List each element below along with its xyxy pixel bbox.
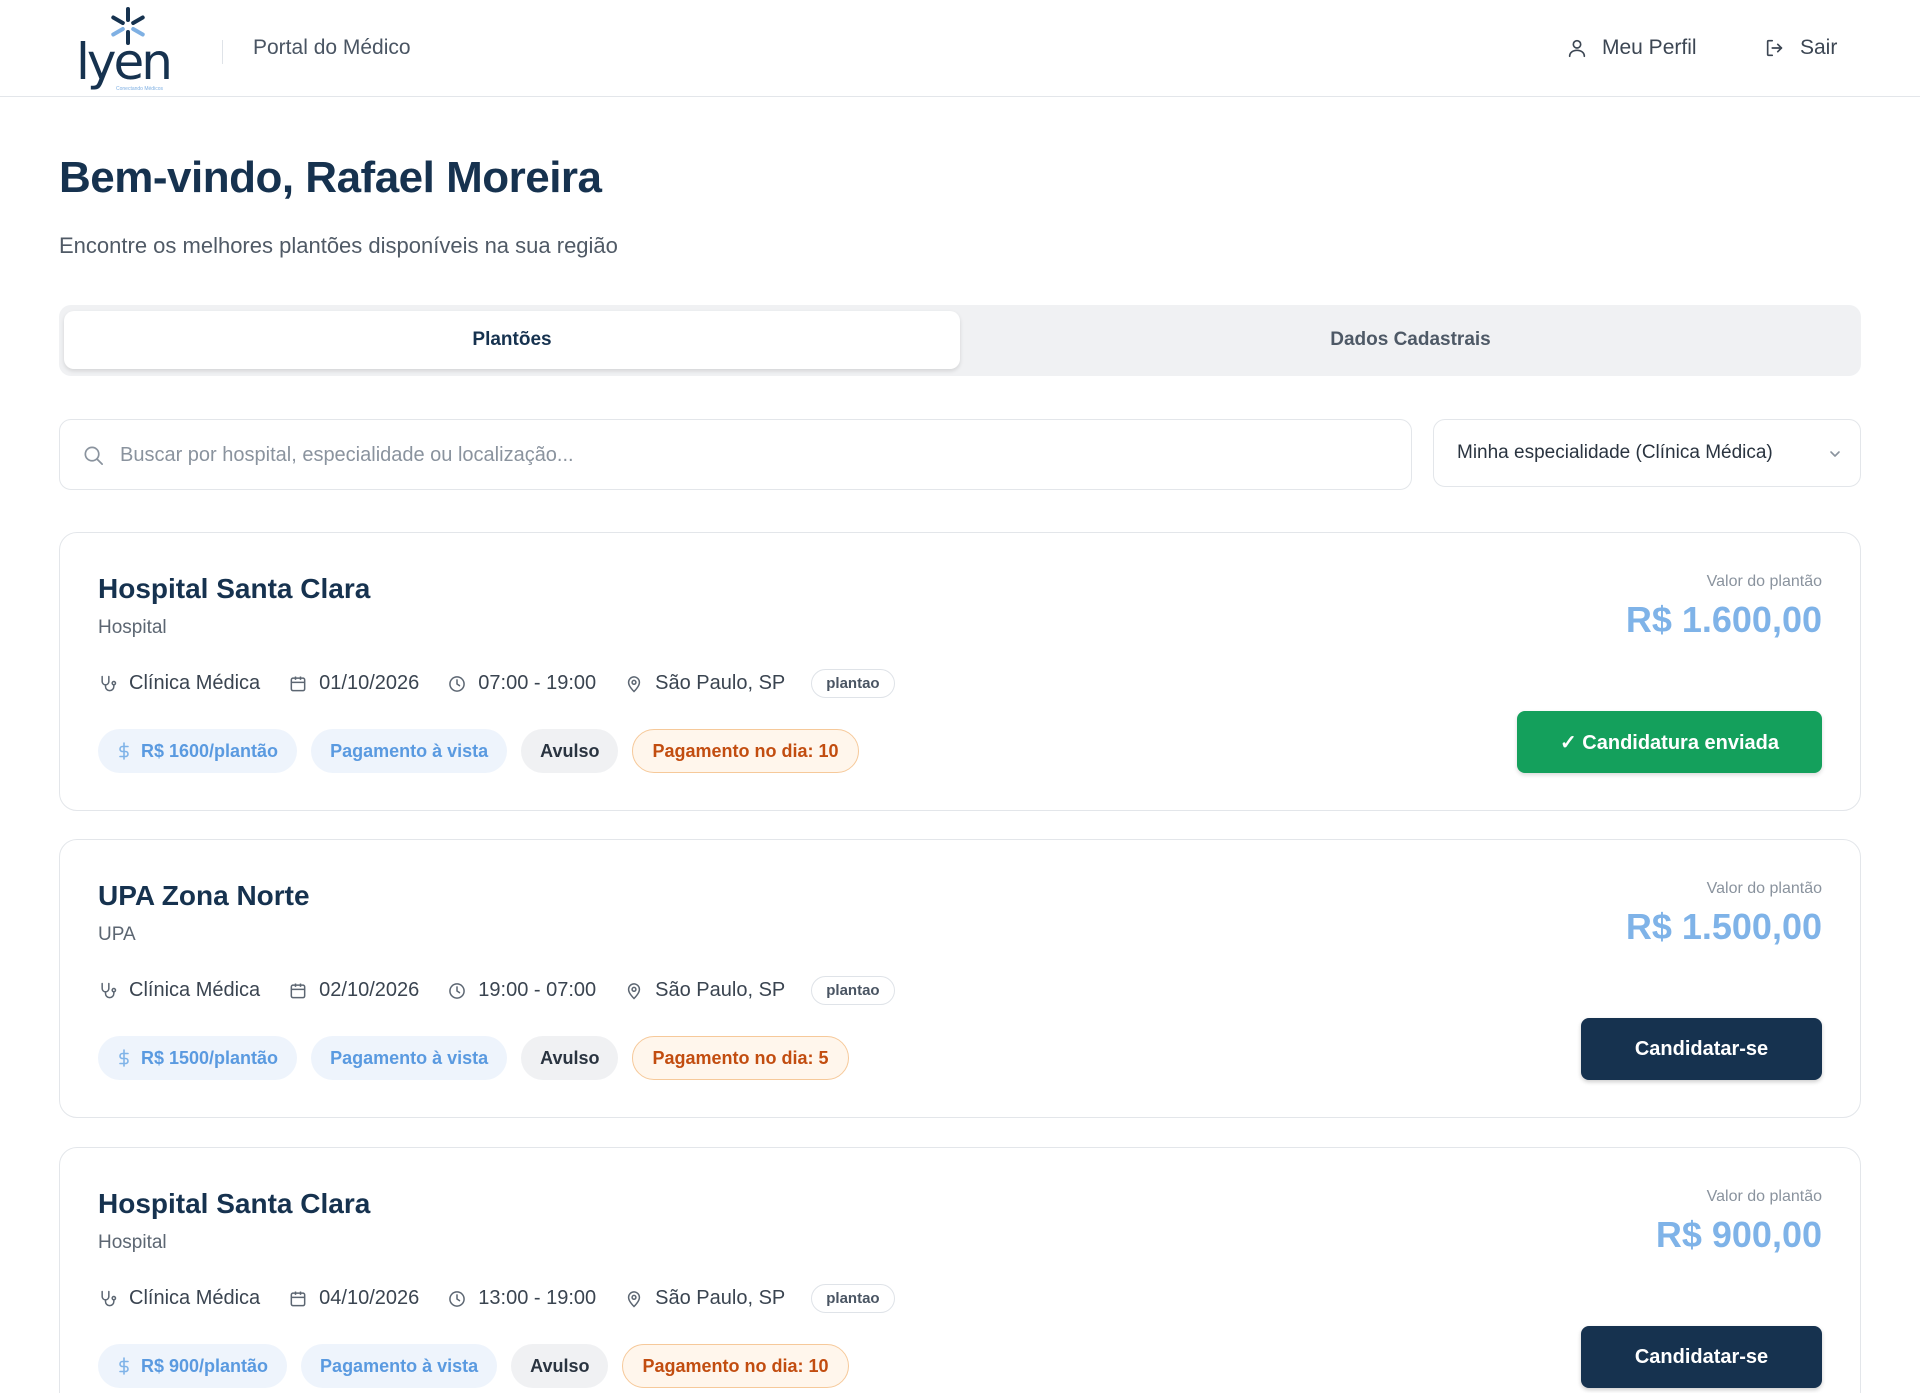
payment-chip: Pagamento à vista [311,729,508,773]
shift-time: 13:00 - 19:00 [447,1287,596,1310]
shift-kind-badge: plantao [811,976,895,1005]
shift-card: Hospital Santa Clara Hospital Clínica Mé… [59,532,1861,811]
welcome-title: Bem-vindo, Rafael Moreira [59,153,602,202]
header-divider [222,40,223,64]
tab-bar: Plantões Dados Cadastrais [59,305,1861,376]
shift-card: UPA Zona Norte UPA Clínica Médica 02/10/… [59,839,1861,1118]
logo-tagline: Conectando Médicos [116,86,163,92]
apply-button[interactable]: Candidatar-se [1581,1018,1822,1080]
rate-chip: R$ 900/plantão [98,1344,288,1388]
map-pin-icon [627,1290,641,1308]
chevron-down-icon [1830,451,1840,457]
specialty-filter-select[interactable]: Minha especialidade (Clínica Médica) [1433,419,1861,487]
shift-location: São Paulo, SP [624,979,785,1002]
shift-date: 04/10/2026 [288,1287,419,1310]
tab-plantoes[interactable]: Plantões [64,311,960,369]
dollar-icon [119,1357,129,1375]
shift-time: 19:00 - 07:00 [447,979,596,1002]
apply-button[interactable]: Candidatar-se [1581,1326,1822,1388]
specialty: Clínica Médica [98,979,260,1002]
stethoscope-icon [101,982,117,998]
top-header: lyen Conectando Médicos Portal do Médico… [0,0,1920,97]
shift-time: 07:00 - 19:00 [447,672,596,695]
price-label: Valor do plantão [1706,880,1822,897]
shift-card: Hospital Santa Clara Hospital Clínica Mé… [59,1147,1861,1393]
shift-tags: R$ 1600/plantão Pagamento à vista Avulso… [98,729,859,773]
payment-day-chip: Pagamento no dia: 5 [632,1036,849,1080]
mode-chip: Avulso [521,729,619,773]
shift-price: R$ 1.500,00 [1625,906,1822,947]
map-pin-icon [627,675,641,693]
dollar-icon [119,1049,129,1067]
facility-type: Hospital [98,1232,167,1253]
mode-chip: Avulso [521,1036,619,1080]
welcome-subtitle: Encontre os melhores plantões disponívei… [59,233,618,258]
search-box [59,419,1412,490]
stethoscope-icon [101,675,117,691]
shift-kind-badge: plantao [811,669,895,698]
specialty: Clínica Médica [98,672,260,695]
application-sent-button[interactable]: ✓ Candidatura enviada [1517,711,1822,773]
hospital-name: UPA Zona Norte [98,880,310,911]
tab-dados-cadastrais[interactable]: Dados Cadastrais [964,311,1857,369]
specialty-filter-value: Minha especialidade (Clínica Médica) [1457,442,1773,463]
facility-type: UPA [98,924,136,945]
clock-icon [449,982,466,999]
shift-tags: R$ 1500/plantão Pagamento à vista Avulso… [98,1036,849,1080]
shift-tags: R$ 900/plantão Pagamento à vista Avulso … [98,1344,849,1388]
clock-icon [449,1290,466,1307]
search-input[interactable] [120,432,1390,478]
payment-day-chip: Pagamento no dia: 10 [632,729,859,773]
rate-chip: R$ 1500/plantão [98,1036,298,1080]
calendar-icon [290,983,306,998]
mode-chip: Avulso [511,1344,609,1388]
shift-kind-badge: plantao [811,1284,895,1313]
logout-icon [1766,39,1783,57]
shift-location: São Paulo, SP [624,672,785,695]
payment-day-chip: Pagamento no dia: 10 [622,1344,849,1388]
shift-location: São Paulo, SP [624,1287,785,1310]
shift-date: 01/10/2026 [288,672,419,695]
shift-meta: Clínica Médica 02/10/2026 19:00 - 07:00 … [98,976,895,1005]
payment-chip: Pagamento à vista [301,1344,498,1388]
facility-type: Hospital [98,617,167,638]
profile-button[interactable]: Meu Perfil [1566,30,1697,66]
shift-meta: Clínica Médica 01/10/2026 07:00 - 19:00 … [98,669,895,698]
hospital-name: Hospital Santa Clara [98,573,371,604]
calendar-icon [290,676,306,691]
shift-meta: Clínica Médica 04/10/2026 13:00 - 19:00 … [98,1284,895,1313]
logout-button[interactable]: Sair [1764,30,1837,66]
stethoscope-icon [101,1290,117,1306]
shift-price: R$ 1.600,00 [1625,599,1822,640]
specialty: Clínica Médica [98,1287,260,1310]
search-icon [84,446,103,465]
calendar-icon [290,1291,306,1306]
brand-logo[interactable]: lyen Conectando Médicos [72,6,182,92]
hospital-name: Hospital Santa Clara [98,1188,371,1219]
clock-icon [449,675,466,692]
price-label: Valor do plantão [1706,1188,1822,1205]
portal-title: Portal do Médico [253,36,411,59]
dollar-icon [119,742,129,760]
price-label: Valor do plantão [1706,573,1822,590]
shift-date: 02/10/2026 [288,979,419,1002]
rate-chip: R$ 1600/plantão [98,729,298,773]
map-pin-icon [627,982,641,1000]
shift-price: R$ 900,00 [1655,1214,1822,1255]
profile-label: Meu Perfil [1602,36,1697,59]
payment-chip: Pagamento à vista [311,1036,508,1080]
logo-wordmark: lyen [76,33,173,91]
user-icon [1568,39,1586,58]
logout-label: Sair [1800,36,1838,59]
